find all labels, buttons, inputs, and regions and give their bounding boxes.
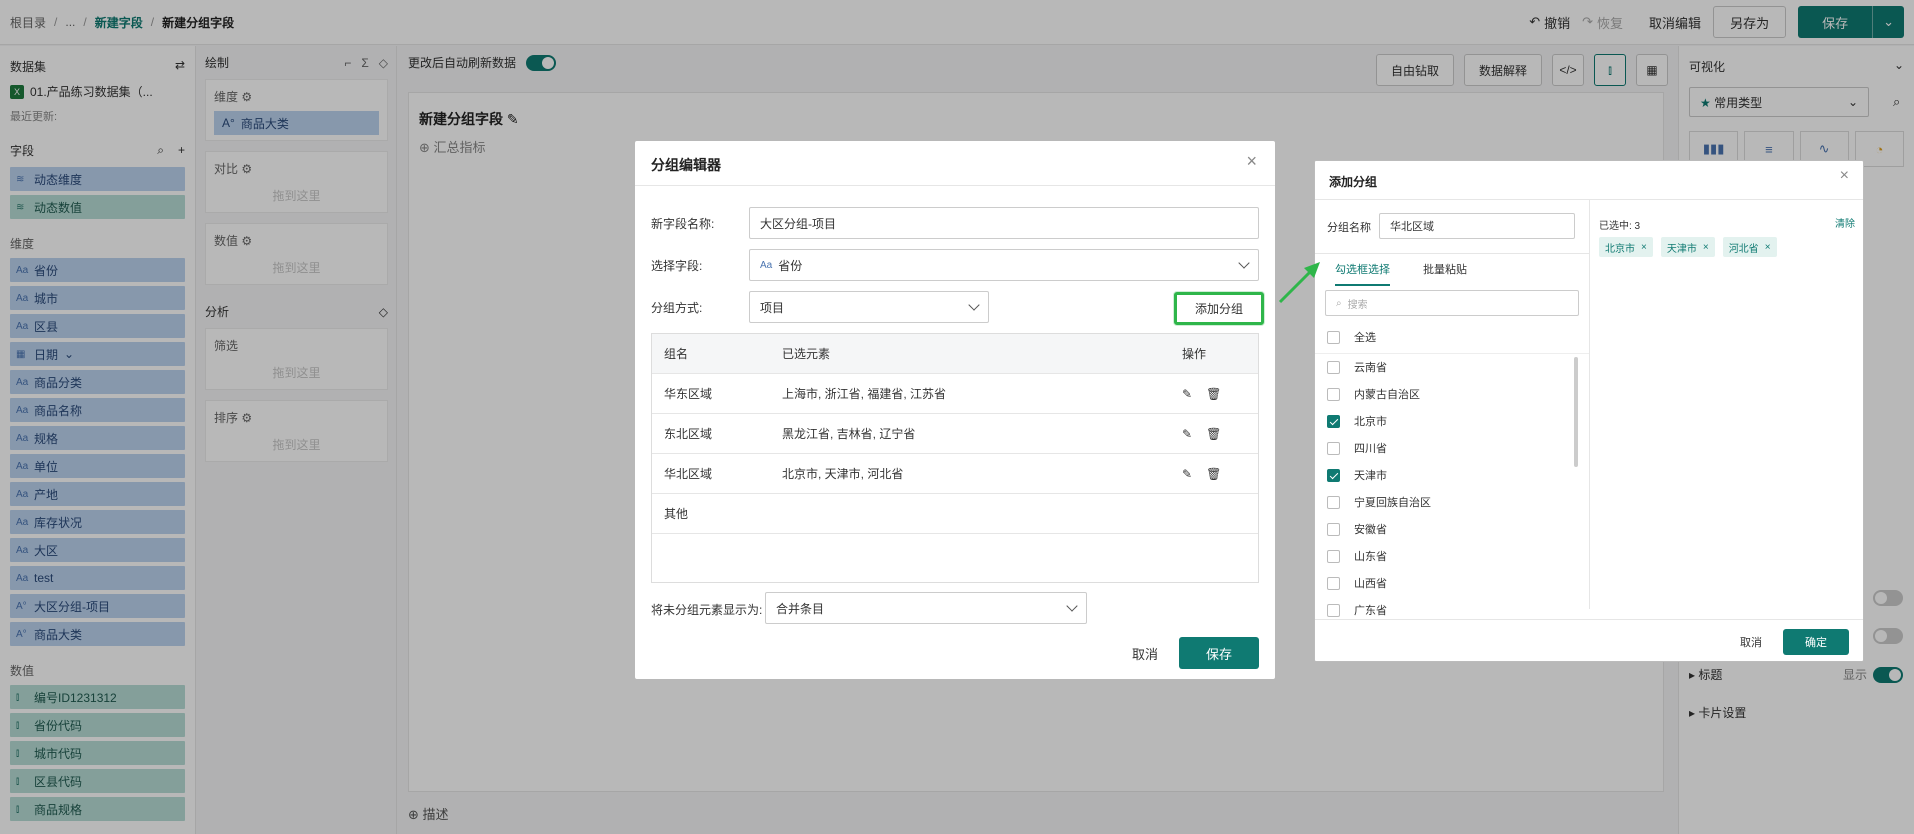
unassigned-label: 将未分组元素显示为: (651, 603, 763, 617)
table-header: 组名 已选元素 操作 (652, 334, 1258, 374)
divider (1589, 199, 1590, 609)
edit-icon[interactable]: ✎ (1182, 467, 1192, 481)
checkbox[interactable] (1327, 441, 1340, 455)
list-item[interactable]: 广东省 (1327, 600, 1387, 620)
checkbox[interactable] (1327, 603, 1340, 617)
scrollbar[interactable] (1574, 357, 1578, 467)
name-label: 新字段名称: (651, 217, 715, 231)
add-group-button[interactable]: 添加分组 (1174, 292, 1264, 325)
checkbox-checked[interactable] (1327, 468, 1340, 482)
group-editor-dialog: 分组编辑器 × 新字段名称: 大区分组-项目 选择字段: Aa 省份 分组方式: … (635, 141, 1275, 679)
cancel-button[interactable]: 取消 (1115, 637, 1175, 669)
group-name-label: 分组名称 (1327, 222, 1371, 234)
table-row: 华北区域 北京市, 天津市, 河北省 ✎ 🗑 (652, 454, 1258, 494)
search-input[interactable]: ⌕ 搜索 (1325, 290, 1579, 316)
edit-icon[interactable]: ✎ (1182, 427, 1192, 441)
list-item[interactable]: 安徽省 (1327, 519, 1387, 539)
close-icon[interactable]: × (1703, 242, 1709, 253)
unassigned-select[interactable]: 合并条目 (765, 592, 1087, 624)
table-row-other: 其他 (652, 494, 1258, 534)
selected-tag: 天津市 × (1660, 237, 1715, 257)
selected-tag: 北京市 × (1599, 237, 1653, 257)
checkbox[interactable] (1327, 576, 1340, 590)
chevron-down-icon (968, 299, 980, 311)
dialog-title: 分组编辑器 (651, 157, 721, 173)
selected-tag: 河北省 × (1722, 237, 1777, 257)
clear-button[interactable]: 清除 (1835, 215, 1855, 230)
method-select[interactable]: 项目 (749, 291, 989, 323)
list-item[interactable]: 宁夏回族自治区 (1327, 492, 1431, 512)
selected-count: 已选中: 3 (1599, 221, 1641, 232)
close-icon[interactable]: × (1246, 151, 1257, 172)
name-input[interactable]: 大区分组-项目 (749, 207, 1259, 239)
checkbox[interactable] (1327, 522, 1340, 536)
trash-icon[interactable]: 🗑 (1206, 467, 1221, 481)
close-icon[interactable]: × (1765, 242, 1771, 253)
list-item[interactable]: 北京市 (1327, 411, 1387, 431)
list-item[interactable]: 山西省 (1327, 573, 1387, 593)
confirm-button[interactable]: 确定 (1783, 629, 1849, 655)
field-label: 选择字段: (651, 259, 703, 273)
edit-icon[interactable]: ✎ (1182, 387, 1192, 401)
tab-paste[interactable]: 批量粘贴 (1423, 261, 1467, 277)
checkbox[interactable] (1327, 549, 1340, 563)
add-group-dialog: 添加分组 × 分组名称 华北区域 勾选框选择 批量粘贴 ⌕ 搜索 全选 云南省 内… (1314, 160, 1864, 662)
arrow-icon (1278, 262, 1320, 304)
close-icon[interactable]: × (1840, 167, 1849, 185)
field-select[interactable]: Aa 省份 (749, 249, 1259, 281)
cancel-button[interactable]: 取消 (1727, 629, 1775, 655)
save-button[interactable]: 保存 (1179, 637, 1259, 669)
list-item[interactable]: 四川省 (1327, 438, 1387, 458)
list-item[interactable]: 内蒙古自治区 (1327, 384, 1420, 404)
list-item[interactable]: 天津市 (1327, 465, 1387, 485)
list-item[interactable]: 山东省 (1327, 546, 1387, 566)
trash-icon[interactable]: 🗑 (1206, 427, 1221, 441)
chevron-down-icon (1066, 600, 1078, 612)
divider (1315, 619, 1863, 620)
divider (635, 185, 1275, 186)
checkbox[interactable] (1327, 330, 1340, 344)
divider (1315, 253, 1589, 254)
method-label: 分组方式: (651, 301, 703, 315)
divider (1315, 353, 1589, 354)
checkbox[interactable] (1327, 360, 1340, 374)
search-icon: ⌕ (1336, 297, 1342, 309)
checkbox[interactable] (1327, 495, 1340, 509)
table-row: 东北区域 黑龙江省, 吉林省, 辽宁省 ✎ 🗑 (652, 414, 1258, 454)
checkbox[interactable] (1327, 387, 1340, 401)
selected-tags: 北京市 × 天津市 × 河北省 × (1599, 237, 1785, 257)
checkbox-checked[interactable] (1327, 414, 1340, 428)
close-icon[interactable]: × (1641, 242, 1647, 253)
table-row: 华东区域 上海市, 浙江省, 福建省, 江苏省 ✎ 🗑 (652, 374, 1258, 414)
select-all-row[interactable]: 全选 (1327, 327, 1376, 347)
group-name-input[interactable]: 华北区域 (1379, 213, 1575, 239)
dialog-title: 添加分组 (1329, 175, 1378, 189)
list-item[interactable]: 云南省 (1327, 357, 1387, 377)
text-type-icon: Aa (760, 259, 773, 271)
tab-checkbox[interactable]: 勾选框选择 (1335, 261, 1390, 286)
chevron-down-icon (1238, 257, 1250, 269)
trash-icon[interactable]: 🗑 (1206, 387, 1221, 401)
group-table: 组名 已选元素 操作 华东区域 上海市, 浙江省, 福建省, 江苏省 ✎ 🗑 东北… (651, 333, 1259, 583)
